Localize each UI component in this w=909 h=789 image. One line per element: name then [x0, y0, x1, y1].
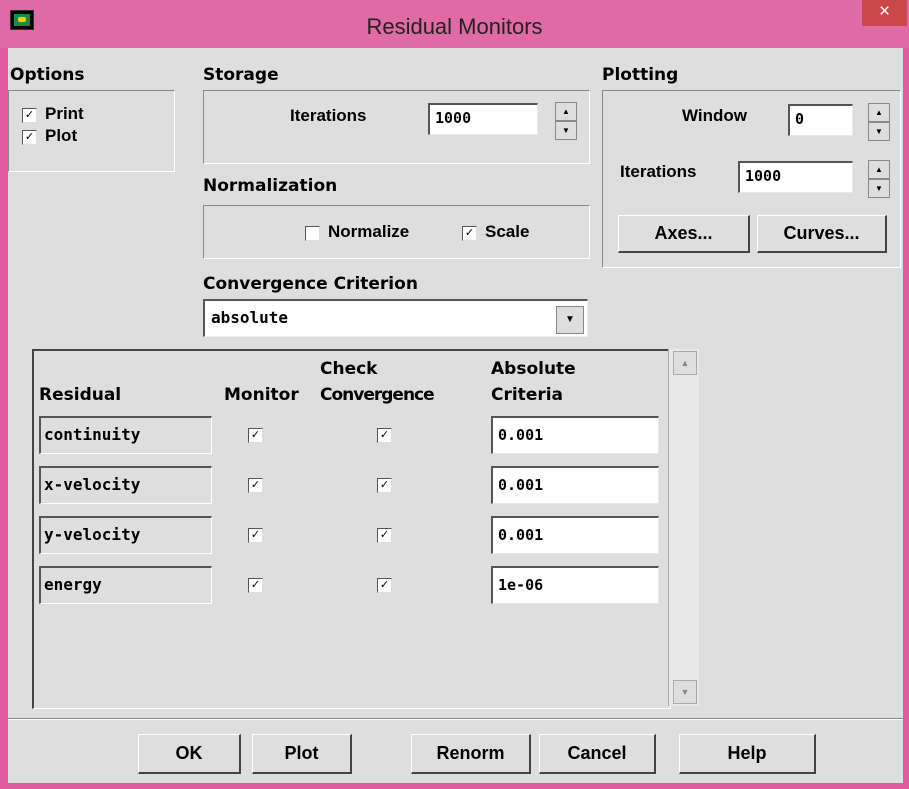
scroll-up-icon[interactable]: ▲: [673, 351, 697, 375]
criteria-input[interactable]: 0.001: [491, 516, 659, 554]
help-button[interactable]: Help: [679, 734, 816, 774]
criteria-input[interactable]: 0.001: [491, 416, 659, 454]
axes-button[interactable]: Axes...: [618, 215, 750, 253]
monitor-checkbox[interactable]: ✓: [248, 528, 263, 543]
scale-checkbox[interactable]: ✓: [462, 226, 477, 241]
storage-label: Storage: [203, 65, 279, 85]
curves-button[interactable]: Curves...: [757, 215, 887, 253]
plot-window-spinner[interactable]: ▲ ▼: [868, 103, 890, 141]
spin-down-icon[interactable]: ▼: [868, 122, 890, 141]
window-title: Residual Monitors: [366, 14, 543, 39]
spin-down-icon[interactable]: ▼: [555, 121, 577, 140]
check-header-bottom: Convergence: [320, 385, 435, 405]
absolute-header-top: Absolute: [491, 359, 576, 379]
residual-name-energy: energy: [39, 566, 212, 604]
normalize-label: Normalize: [328, 222, 410, 241]
table-scrollbar[interactable]: ▲ ▼: [668, 349, 699, 706]
dialog-window: Residual Monitors × Options ✓ Print ✓ Pl…: [0, 0, 909, 789]
residual-name-y-velocity: y-velocity: [39, 516, 212, 554]
criteria-input[interactable]: 1e-06: [491, 566, 659, 604]
dialog-body: Options ✓ Print ✓ Plot Storage Iteration…: [8, 48, 903, 783]
absolute-header-bottom: Criteria: [491, 385, 564, 405]
storage-iterations-input[interactable]: 1000: [428, 103, 538, 135]
storage-iterations-spinner[interactable]: ▲ ▼: [555, 102, 577, 140]
plot-iterations-input[interactable]: 1000: [738, 161, 853, 193]
options-label: Options: [10, 65, 85, 85]
renorm-button[interactable]: Renorm: [411, 734, 531, 774]
spin-up-icon[interactable]: ▲: [868, 103, 890, 122]
monitor-checkbox[interactable]: ✓: [248, 428, 263, 443]
monitor-checkbox[interactable]: ✓: [248, 478, 263, 493]
chevron-down-icon[interactable]: ▼: [556, 306, 584, 334]
separator: [8, 718, 903, 720]
check-convergence-checkbox[interactable]: ✓: [377, 428, 392, 443]
plot-window-input[interactable]: 0: [788, 104, 853, 136]
plot-checkbox[interactable]: ✓: [22, 130, 37, 145]
plot-label: Plot: [45, 126, 78, 145]
cancel-button[interactable]: Cancel: [539, 734, 656, 774]
residual-name-continuity: continuity: [39, 416, 212, 454]
check-convergence-checkbox[interactable]: ✓: [377, 528, 392, 543]
check-header-top: Check: [320, 359, 378, 379]
storage-iterations-label: Iterations: [290, 106, 367, 125]
plotting-label: Plotting: [602, 65, 679, 85]
check-convergence-checkbox[interactable]: ✓: [377, 578, 392, 593]
title-bar[interactable]: Residual Monitors ×: [0, 0, 909, 48]
print-checkbox[interactable]: ✓: [22, 108, 37, 123]
ok-button[interactable]: OK: [138, 734, 241, 774]
plot-button[interactable]: Plot: [252, 734, 352, 774]
plot-iterations-spinner[interactable]: ▲ ▼: [868, 160, 890, 198]
close-button[interactable]: ×: [862, 0, 907, 26]
check-convergence-checkbox[interactable]: ✓: [377, 478, 392, 493]
monitor-checkbox[interactable]: ✓: [248, 578, 263, 593]
residual-name-x-velocity: x-velocity: [39, 466, 212, 504]
normalize-checkbox[interactable]: [305, 226, 320, 241]
criteria-input[interactable]: 0.001: [491, 466, 659, 504]
residual-header: Residual: [39, 385, 122, 405]
scroll-down-icon[interactable]: ▼: [673, 680, 697, 704]
plot-window-label: Window: [682, 106, 747, 125]
normalization-label: Normalization: [203, 176, 338, 196]
convergence-label: Convergence Criterion: [203, 274, 418, 294]
convergence-selected: absolute: [211, 308, 289, 327]
spin-down-icon[interactable]: ▼: [868, 179, 890, 198]
monitor-header: Monitor: [224, 385, 299, 405]
spin-up-icon[interactable]: ▲: [555, 102, 577, 121]
plot-iterations-label: Iterations: [620, 162, 697, 181]
convergence-dropdown[interactable]: absolute ▼: [203, 299, 588, 337]
scale-label: Scale: [485, 222, 530, 241]
print-label: Print: [45, 104, 84, 123]
spin-up-icon[interactable]: ▲: [868, 160, 890, 179]
